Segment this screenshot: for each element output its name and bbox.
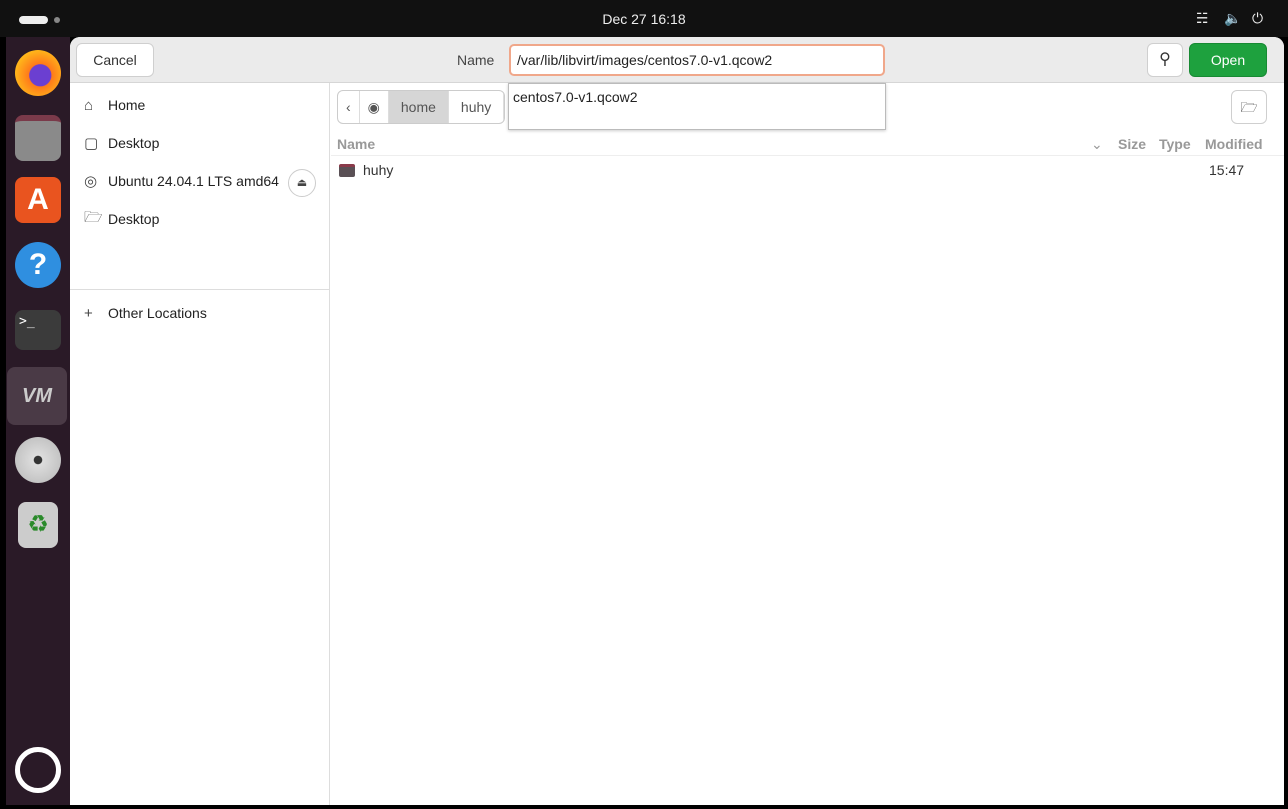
new-folder-icon: 🗁 — [1240, 99, 1258, 115]
path-segment-huhy[interactable]: huhy — [449, 91, 505, 123]
places-sidebar: ⌂ Home ▢ Desktop ◎ Ubuntu 24.04.1 LTS amd64… — [70, 83, 330, 805]
sidebar-item-home[interactable]: ⌂ Home — [84, 93, 145, 117]
network-icon[interactable]: ☵ — [1196, 10, 1209, 27]
home-icon: ⌂ — [84, 96, 94, 114]
files-icon[interactable] — [15, 115, 61, 161]
power-icon[interactable]: ⏻ — [1252, 10, 1263, 27]
autocomplete-popup: centos7.0-v1.qcow2 — [508, 83, 886, 130]
column-name[interactable]: Name — [337, 136, 375, 152]
path-bar: ‹ ◉ home huhy — [337, 90, 506, 124]
column-type[interactable]: Type — [1159, 136, 1191, 152]
sidebar-item-label: Desktop — [108, 135, 160, 151]
sidebar-item-label: Other Locations — [108, 305, 207, 321]
sidebar-item-desktop[interactable]: ▢ Desktop — [84, 131, 159, 155]
app-center-icon[interactable]: A — [15, 177, 61, 223]
open-button[interactable]: Open — [1189, 43, 1267, 77]
disk-icon: ◉ — [367, 99, 380, 115]
help-icon[interactable]: ? — [15, 242, 61, 288]
plus-icon: + — [84, 304, 93, 322]
sidebar-item-desktop-folder[interactable]: 🗁 Desktop — [84, 207, 159, 231]
desktop-icon: ▢ — [84, 135, 99, 152]
sidebar-item-label: Home — [108, 97, 146, 113]
eject-icon: ⏏ — [296, 177, 308, 189]
sidebar-item-label: Desktop — [108, 211, 160, 227]
back-button[interactable]: ‹ — [338, 91, 360, 123]
table-row[interactable]: huhy 15:47 — [331, 157, 1284, 183]
top-bar: Dec 27 16:18 ☵ 🔈 ⏻ — [0, 0, 1288, 37]
divider — [70, 289, 330, 290]
file-chooser-dialog: Cancel Name ⚲ Open ⌂ Home ▢ Desktop ◎ Ubunt… — [70, 37, 1284, 805]
folder-icon: 🗁 — [84, 208, 103, 226]
sidebar-item-label: Ubuntu 24.04.1 LTS amd64 — [108, 173, 279, 189]
name-input[interactable] — [509, 44, 885, 76]
disk-button[interactable]: ◉ — [360, 91, 389, 123]
cancel-button[interactable]: Cancel — [76, 43, 154, 77]
virt-manager-icon[interactable]: VM — [7, 367, 67, 425]
file-name: huhy — [363, 162, 394, 178]
new-folder-button[interactable]: 🗁 — [1231, 90, 1267, 124]
sidebar-item-ubuntu-disc[interactable]: ◎ Ubuntu 24.04.1 LTS amd64 — [84, 169, 279, 193]
disc-icon[interactable] — [15, 437, 61, 483]
path-segment-home[interactable]: home — [388, 91, 449, 123]
volume-icon[interactable]: 🔈 — [1224, 10, 1241, 27]
name-label: Name — [457, 52, 495, 68]
show-apps-icon[interactable] — [15, 747, 61, 793]
chevron-left-icon: ‹ — [346, 99, 351, 115]
terminal-icon[interactable]: >_ — [15, 310, 61, 350]
file-modified: 15:47 — [1209, 162, 1245, 178]
disc-icon: ◎ — [84, 173, 98, 190]
sort-chevron-icon[interactable]: ⌄ — [1091, 136, 1103, 153]
column-headers: Name ⌄ Size Type Modified — [331, 131, 1284, 156]
dock: A ? >_ VM ♻ — [6, 37, 70, 805]
column-modified[interactable]: Modified — [1205, 136, 1263, 152]
header-bar: Cancel Name ⚲ Open — [70, 37, 1284, 83]
clock[interactable]: Dec 27 16:18 — [0, 11, 1288, 27]
firefox-icon[interactable] — [15, 50, 61, 96]
sidebar-item-other-locations[interactable]: + Other Locations — [84, 301, 207, 325]
folder-icon — [339, 164, 355, 177]
autocomplete-item[interactable]: centos7.0-v1.qcow2 — [513, 89, 881, 105]
search-button[interactable]: ⚲ — [1147, 43, 1183, 77]
eject-button[interactable]: ⏏ — [288, 169, 316, 197]
column-size[interactable]: Size — [1118, 136, 1146, 152]
trash-icon[interactable]: ♻ — [18, 502, 58, 548]
search-icon: ⚲ — [1159, 51, 1171, 68]
